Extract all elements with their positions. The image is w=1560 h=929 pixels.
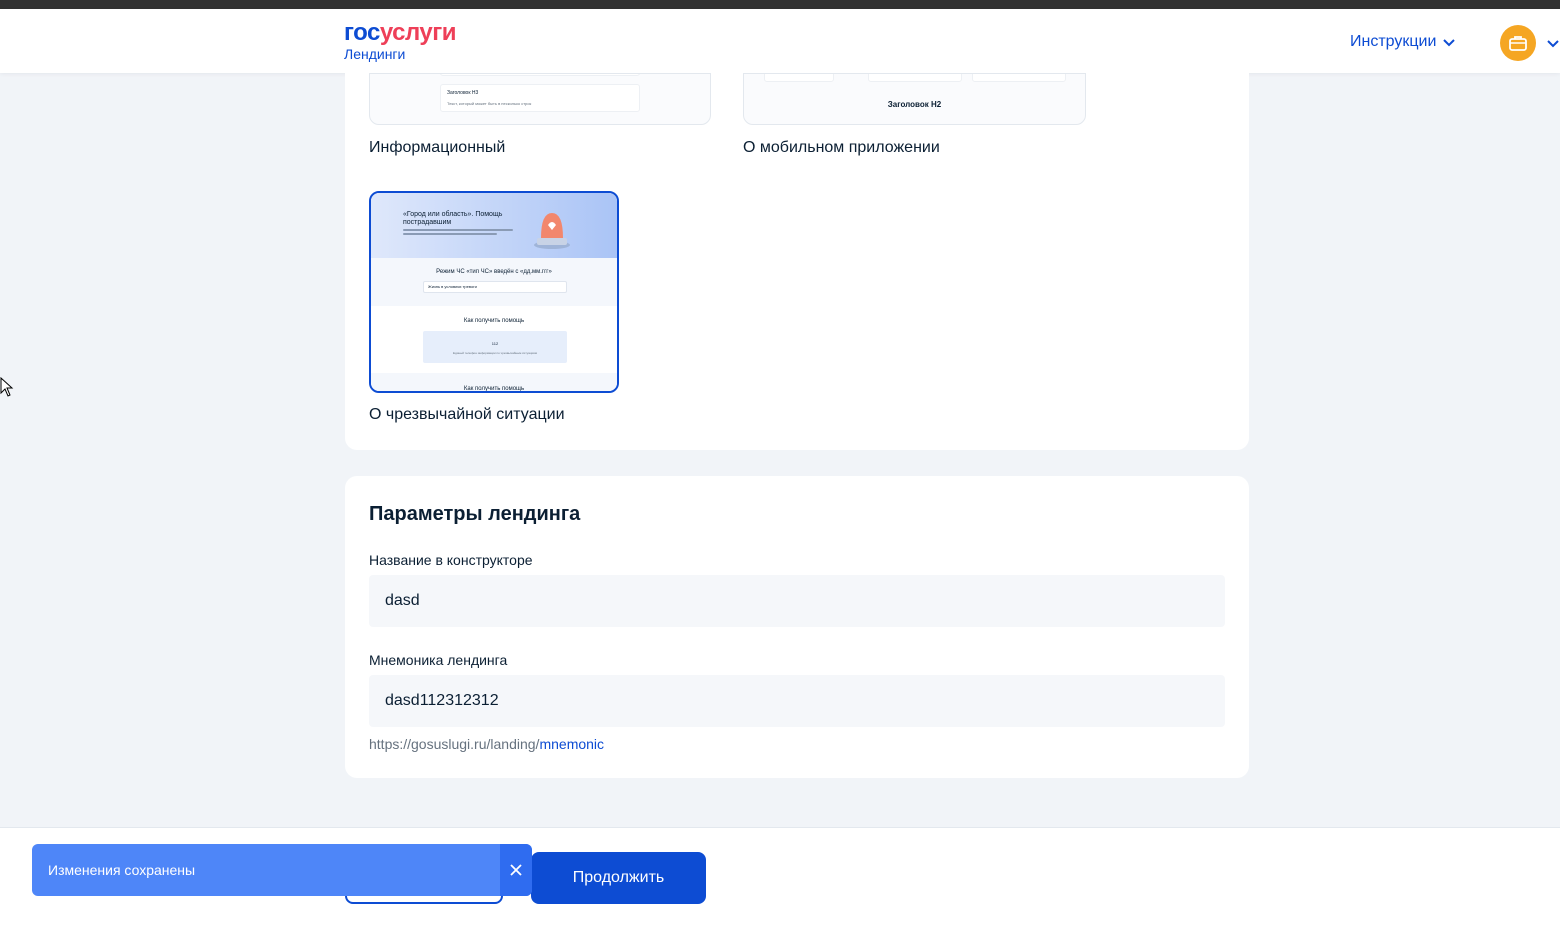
chevron-down-icon: [1547, 40, 1559, 48]
preview-hero: «Город или область». Помощь пострадавшим: [371, 193, 617, 258]
preview-text: Единый телефон информации по чрезвычайны…: [453, 351, 537, 355]
section-title: Параметры лендинга: [369, 503, 581, 525]
briefcase-icon: [1509, 36, 1527, 51]
preview-heading: Как получить помощь: [463, 318, 525, 324]
url-mnemonic: mnemonic: [539, 736, 605, 752]
mouse-cursor-icon: [0, 377, 14, 397]
toast-close-button[interactable]: [500, 844, 532, 896]
preview-field: Жизнь в условиях тревоги: [423, 281, 567, 293]
preview-heading: Заголовок H2: [887, 100, 942, 109]
preview-block: [972, 74, 1066, 82]
landing-params-card: Параметры лендинга Название в конструкто…: [345, 476, 1249, 778]
preview-subtext: [403, 229, 513, 239]
name-input[interactable]: [369, 575, 1225, 627]
logo-subtitle: Лендинги: [344, 46, 406, 62]
url-hint: https://gosuslugi.ru/landing/mnemonic: [369, 736, 604, 752]
preview-text: Текст, который может быть в несколько ст…: [447, 101, 532, 106]
preview-block: Заголовок H3 Текст, который может быть в…: [440, 84, 640, 112]
gosuslugi-logo[interactable]: госуслуги Лендинги: [344, 19, 457, 63]
logo-gos-text: гос: [344, 19, 380, 46]
preview-heading: Как получить помощь: [463, 386, 525, 392]
chevron-down-icon: [1443, 39, 1456, 47]
url-prefix: https://gosuslugi.ru/landing/: [369, 736, 540, 752]
close-icon: [510, 864, 522, 876]
toast-message: Изменения сохранены: [48, 862, 196, 878]
preview-block: [764, 74, 834, 82]
avatar: [1500, 25, 1536, 61]
template-thumb-info[interactable]: Заголовок H3 Текст, который может быть в…: [369, 73, 711, 125]
mnemonic-field-label: Мнемоника лендинга: [369, 652, 508, 668]
template-thumb-emergency[interactable]: «Город или область». Помощь пострадавшим…: [369, 191, 619, 393]
toast-notification: Изменения сохранены: [32, 844, 532, 896]
template-label-info[interactable]: Информационный: [369, 139, 505, 157]
template-label-mobile[interactable]: О мобильном приложении: [743, 139, 940, 157]
siren-icon: [534, 213, 570, 249]
preview-block: [868, 74, 962, 82]
preview-title: «Город или область». Помощь пострадавшим: [403, 211, 503, 226]
preview-block: [440, 74, 640, 76]
name-field-label: Название в конструкторе: [369, 552, 533, 568]
templates-card: Заголовок H3 Текст, который может быть в…: [345, 73, 1249, 450]
preview-phone: 112: [491, 341, 499, 346]
template-thumb-mobile[interactable]: Заголовок H2: [743, 73, 1086, 125]
site-header: госуслуги Лендинги Инструкции: [0, 9, 1560, 73]
preview-heading: Режим ЧС «тип ЧС» введён с «дд.мм.ггг»: [436, 269, 552, 275]
instructions-dropdown[interactable]: Инструкции: [1350, 33, 1456, 51]
template-label-emergency[interactable]: О чрезвычайной ситуации: [369, 406, 565, 424]
user-menu[interactable]: [1500, 25, 1560, 61]
preview-heading: Заголовок H3: [447, 90, 479, 96]
preview-footer: Как получить помощь: [371, 373, 617, 392]
browser-top-strip: [0, 0, 1560, 9]
instructions-label: Инструкции: [1350, 33, 1437, 50]
continue-button[interactable]: Продолжить: [531, 852, 706, 904]
preview-card: 112 Единый телефон информации по чрезвыч…: [423, 331, 567, 363]
preview-field-text: Жизнь в условиях тревоги: [428, 284, 477, 289]
mnemonic-input[interactable]: [369, 675, 1225, 727]
logo-uslugi-text: услуги: [379, 19, 457, 46]
